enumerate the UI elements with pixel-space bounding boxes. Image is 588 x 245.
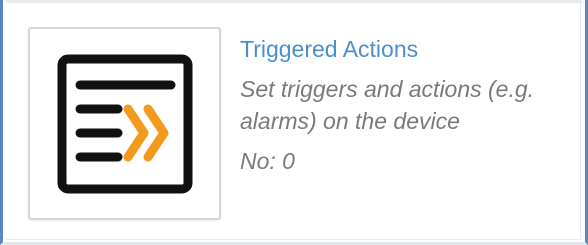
item-count: No: 0 bbox=[240, 148, 295, 174]
item-title: Triggered Actions bbox=[240, 36, 419, 62]
triggered-actions-list-item[interactable]: Triggered Actions Set triggers and actio… bbox=[6, 3, 581, 240]
list-frame: Triggered Actions Set triggers and actio… bbox=[0, 0, 588, 245]
item-thumbnail bbox=[28, 27, 221, 220]
item-description: Set triggers and actions (e.g. alarms) o… bbox=[240, 76, 535, 134]
item-text: Triggered Actions Set triggers and actio… bbox=[240, 35, 570, 177]
triggered-actions-icon bbox=[57, 54, 193, 194]
